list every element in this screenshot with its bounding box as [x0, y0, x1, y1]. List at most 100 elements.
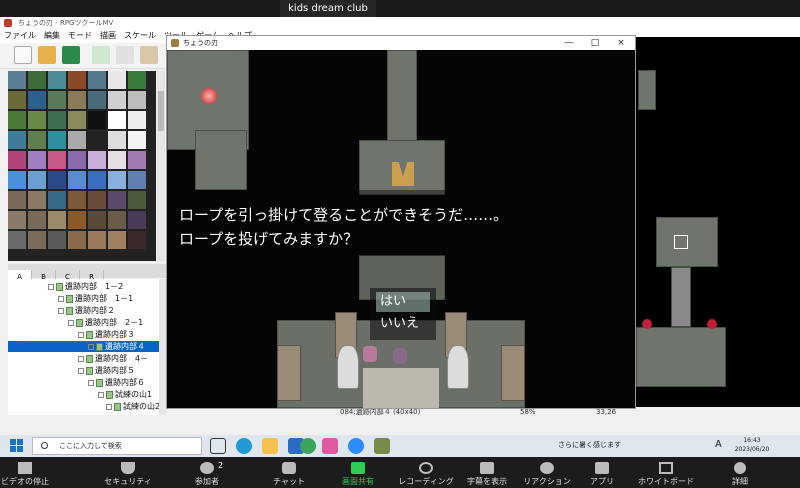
close-button[interactable]: × — [607, 36, 635, 50]
map-tile-floor — [636, 327, 726, 387]
open-project-icon[interactable] — [38, 46, 56, 64]
cut-icon[interactable] — [92, 46, 110, 64]
whiteboard-icon — [659, 462, 673, 474]
map-tree-scrollbar[interactable] — [159, 279, 166, 415]
map-tree: 遺跡内部 1－2 遺跡内部 1－1 遺跡内部２ 遺跡内部 2－1 遺跡内部３ 遺… — [8, 279, 166, 415]
map-tree-item[interactable]: 遺跡内部 2－1 — [68, 317, 166, 328]
taskbar-search-input[interactable]: ここに入力して検索 — [32, 437, 202, 455]
stone-floor — [387, 50, 417, 150]
security-button[interactable]: セキュリティ — [100, 457, 156, 488]
map-tree-item[interactable]: 遺跡内部 1－2 — [48, 281, 166, 292]
people-icon — [200, 462, 214, 474]
map-cursor-icon — [674, 235, 688, 249]
save-project-icon[interactable] — [62, 46, 80, 64]
share-screen-button[interactable]: 画面共有 — [332, 457, 384, 488]
red-orb-icon — [707, 319, 717, 329]
record-button[interactable]: レコーディング — [396, 457, 456, 488]
clock-date: 2023/06/20 — [734, 446, 770, 453]
map-tree-item[interactable]: 遺跡内部６ — [88, 377, 166, 388]
stairs — [363, 368, 439, 408]
record-icon — [419, 462, 433, 474]
party-character — [393, 348, 407, 364]
stone-floor — [359, 140, 445, 195]
rpgmaker-app-icon — [4, 19, 12, 27]
angel-statue — [337, 345, 359, 389]
weather-widget[interactable]: さらに暑く感じます — [558, 440, 621, 450]
share-screen-icon — [351, 462, 365, 474]
maximize-button[interactable]: □ — [581, 36, 609, 50]
new-project-icon[interactable] — [14, 46, 32, 64]
map-tree-item[interactable]: 遺跡内部 4－ — [78, 353, 166, 364]
participants-count: 2 — [218, 461, 224, 470]
menu-mode[interactable]: モード — [64, 29, 96, 43]
map-tree-item-selected[interactable]: 遺跡内部４ — [8, 341, 166, 352]
choice-no[interactable]: いいえ — [376, 314, 430, 334]
clock[interactable]: 16:43 2023/06/20 — [730, 436, 774, 454]
choice-window: はい いいえ — [370, 288, 436, 340]
game-window: ちょうの刃 ― □ × ロープを引っ掛けて登ることができそうだ……。 ロープを投… — [166, 35, 636, 409]
message-line-2: ロープを投げてみますか？ — [179, 230, 359, 248]
map-tree-item[interactable]: 試練の山1 — [98, 389, 166, 400]
tileset-palette[interactable] — [8, 71, 156, 261]
red-orb-icon — [642, 319, 652, 329]
stone-floor — [195, 130, 247, 190]
search-icon — [41, 442, 48, 449]
rpgmaker-taskbar-icon[interactable] — [374, 438, 390, 454]
menu-draw[interactable]: 描画 — [96, 29, 120, 43]
ime-indicator[interactable]: A — [715, 439, 722, 450]
screen-share-label[interactable]: kids dream club — [280, 0, 376, 17]
reactions-button[interactable]: リアクション — [520, 457, 574, 488]
map-tile-floor — [671, 267, 691, 327]
smiley-icon — [540, 462, 554, 474]
whiteboard-button[interactable]: ホワイトボード — [634, 457, 698, 488]
more-dots-icon — [734, 462, 746, 474]
windows-start-icon[interactable] — [10, 439, 24, 453]
map-tree-item[interactable]: 遺跡内部２ — [58, 305, 166, 316]
tileset-tabs: ABCR — [8, 264, 166, 284]
game-screen[interactable]: ロープを引っ掛けて登ることができそうだ……。 ロープを投げてみますか？ はい い… — [167, 50, 635, 408]
paste-icon[interactable] — [140, 46, 158, 64]
menu-scale[interactable]: スケール — [120, 29, 160, 43]
search-placeholder: ここに入力して検索 — [59, 442, 122, 450]
editor-titlebar: ちょうの刃 - RPGツクールMV — [0, 17, 800, 29]
map-tile-floor — [638, 70, 656, 110]
menu-file[interactable]: ファイル — [0, 29, 40, 43]
stop-video-button[interactable]: ビデオの停止 — [0, 457, 50, 488]
copy-icon[interactable] — [116, 46, 134, 64]
minimize-button[interactable]: ― — [555, 36, 583, 50]
zoom-meeting-toolbar: ビデオの停止 セキュリティ 参加者 2 チャット 画面共有 レコーディング 字幕… — [0, 457, 800, 488]
video-camera-icon — [18, 462, 32, 474]
palette-scrollbar[interactable] — [157, 71, 165, 261]
chrome-icon[interactable] — [300, 438, 316, 454]
map-tree-item[interactable]: 遺跡内部５ — [78, 365, 166, 376]
shield-icon — [121, 462, 135, 474]
menu-edit[interactable]: 編集 — [40, 29, 64, 43]
red-crystal-icon — [201, 88, 217, 104]
zoom-icon[interactable] — [348, 438, 364, 454]
game-app-icon[interactable] — [322, 438, 338, 454]
task-view-icon[interactable] — [210, 438, 226, 454]
windows-taskbar: ここに入力して検索 さらに暑く感じます A 16:43 2023/06/20 — [0, 435, 800, 457]
apps-icon — [595, 462, 609, 474]
explorer-icon[interactable] — [262, 438, 278, 454]
map-tree-item[interactable]: 遺跡内部 1－1 — [58, 293, 166, 304]
game-titlebar: ちょうの刃 ― □ × — [167, 36, 635, 50]
game-title: ちょうの刃 — [183, 39, 218, 47]
cc-icon — [480, 462, 494, 474]
zoom-top-bar: kids dream club — [0, 0, 800, 17]
message-window: ロープを引っ掛けて登ることができそうだ……。 ロープを投げてみますか？ — [167, 190, 635, 256]
chat-button[interactable]: チャット — [262, 457, 316, 488]
captions-button[interactable]: 字幕を表示 — [460, 457, 514, 488]
participants-button[interactable]: 参加者 — [180, 457, 234, 488]
apps-button[interactable]: アプリ — [580, 457, 624, 488]
edge-icon[interactable] — [236, 438, 252, 454]
choice-yes[interactable]: はい — [376, 292, 430, 312]
more-button[interactable]: 詳細 — [720, 457, 760, 488]
game-app-icon — [171, 39, 179, 47]
message-line-1: ロープを引っ掛けて登ることができそうだ……。 — [179, 206, 509, 224]
map-tree-item[interactable]: 試練の山2 — [106, 401, 166, 412]
angel-statue — [447, 345, 469, 389]
stone-pillar — [277, 345, 301, 401]
clock-time: 16:43 — [743, 437, 761, 444]
map-tree-item[interactable]: 遺跡内部３ — [78, 329, 166, 340]
